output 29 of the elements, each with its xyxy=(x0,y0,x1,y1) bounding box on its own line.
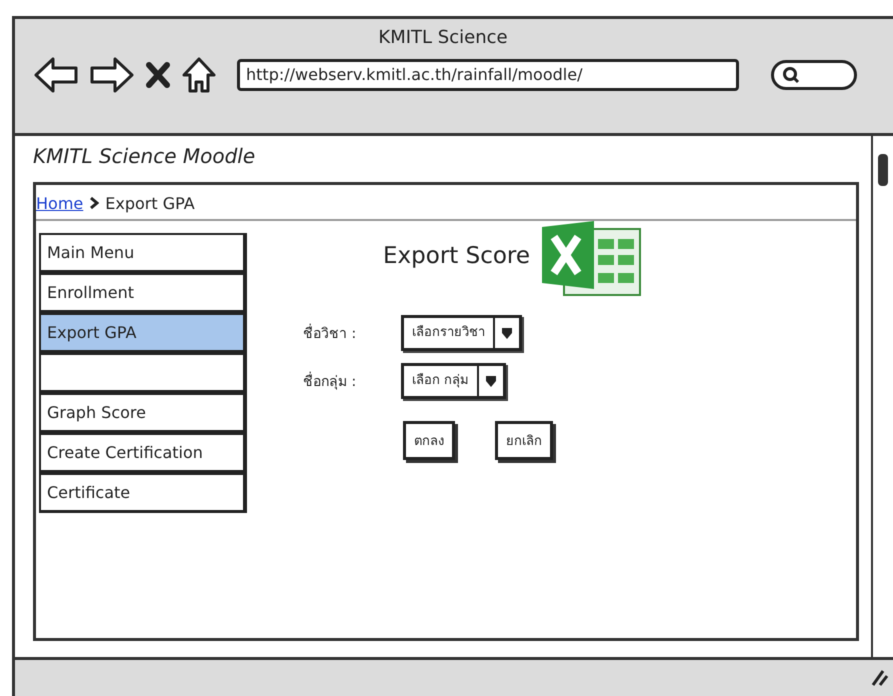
dropdown[interactable]: เลือกรายวิชา xyxy=(401,315,522,351)
action-button[interactable]: ตกลง xyxy=(403,421,455,460)
menu-item[interactable]: Create Certification xyxy=(39,433,247,473)
menu-item[interactable]: Certificate xyxy=(39,473,247,513)
dropdown-arrow-icon xyxy=(501,326,513,340)
forward-icon[interactable] xyxy=(89,56,135,94)
action-button[interactable]: ยกเลิก xyxy=(495,421,553,460)
menu-item[interactable] xyxy=(39,353,247,393)
menu-item[interactable]: Enrollment xyxy=(39,273,247,313)
search-field[interactable] xyxy=(771,60,857,90)
back-icon[interactable] xyxy=(33,56,79,94)
menu-item[interactable]: Main Menu xyxy=(39,233,247,273)
field-label: ชื่อกลุ่ม : xyxy=(303,370,401,392)
site-title: KMITL Science Moodle xyxy=(33,144,256,170)
page-heading: Export Score xyxy=(383,243,530,269)
close-icon[interactable] xyxy=(145,61,171,89)
dropdown[interactable]: เลือก กลุ่ม xyxy=(401,363,506,399)
breadcrumb-current: Export GPA xyxy=(105,194,195,212)
chevron-icon xyxy=(89,196,100,210)
home-icon[interactable] xyxy=(181,56,217,94)
breadcrumb-link[interactable]: Home xyxy=(36,194,84,212)
dropdown-arrow-icon xyxy=(485,374,498,388)
window-title: KMITL Science xyxy=(377,27,509,48)
menu-item[interactable]: Export GPA xyxy=(39,313,247,353)
resize-grip-icon[interactable] xyxy=(869,669,889,687)
address-field[interactable]: http://webserv.kmitl.ac.th/rainfall/moodle/ xyxy=(237,59,739,91)
menu-item[interactable]: Graph Score xyxy=(39,393,247,433)
field-label: ชื่อวิชา : xyxy=(303,322,401,344)
search-icon xyxy=(782,66,800,84)
